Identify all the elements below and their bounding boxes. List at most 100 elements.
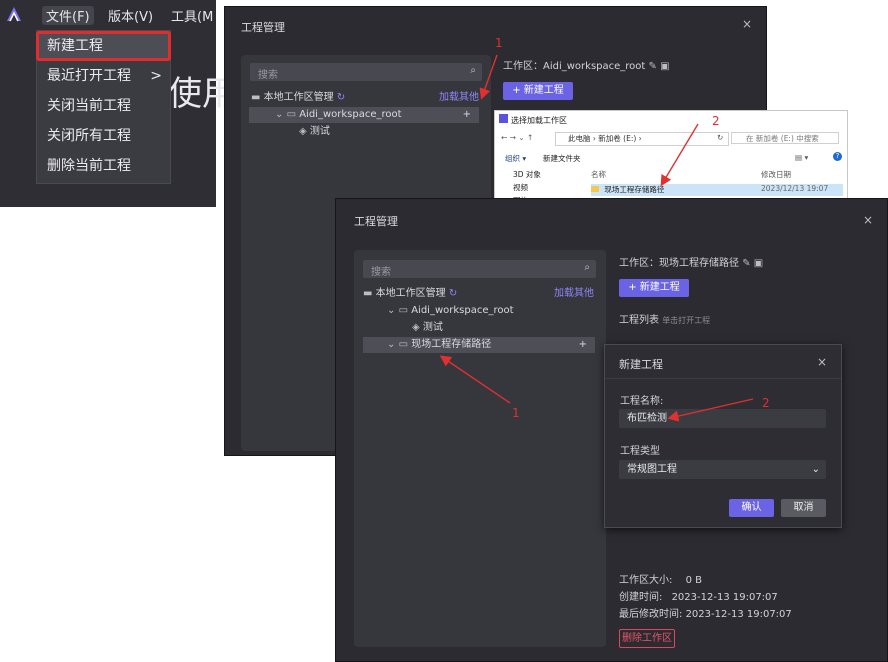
tree-item-field-path[interactable]: ⌄ ▭ 现场工程存储路径 + — [363, 337, 595, 353]
delete-workspace-button[interactable]: 删除工作区 — [619, 629, 675, 648]
tree-item-project-test[interactable]: ◈ 测试 — [412, 320, 443, 336]
drive-icon: ▬ — [251, 92, 261, 103]
project-list-label: 工程列表 — [619, 315, 659, 326]
menu-item-new-project[interactable]: 新建工程 — [36, 31, 171, 61]
chevron-down-icon: ⌄ — [275, 109, 284, 120]
view-options-icon[interactable]: ▤ ▾ — [795, 153, 808, 162]
created-value: 2023-12-13 19:07:07 — [671, 592, 778, 603]
nav-arrows-icon[interactable]: ← → ⌄ ↑ — [501, 133, 533, 142]
modal-title: 新建工程 — [619, 358, 663, 371]
folder-row-selected[interactable]: 现场工程存储路径 2023/12/13 19:07 — [591, 184, 843, 196]
tree-item-project-test[interactable]: ◈ 测试 — [299, 124, 330, 140]
search-placeholder: 搜索 — [371, 267, 391, 278]
main-menu-screenshot: 使用 文件(F) 版本(V) 工具(M 新建工程 最近打开工程 > 关闭当前工程… — [0, 0, 236, 207]
menu-version[interactable]: 版本(V) — [108, 6, 153, 25]
edit-icon[interactable]: ✎ — [649, 61, 657, 72]
created-label: 创建时间: — [619, 592, 663, 603]
nav-item-3d[interactable]: 3D 对象 — [513, 169, 541, 180]
search-input[interactable]: 搜索 ⌕ — [363, 260, 596, 278]
dialog-title: 工程管理 — [354, 215, 398, 228]
local-workspace-header: ▬ 本地工作区管理 ↻ 加载其他 — [251, 90, 483, 106]
workspace-title: 工作区：现场工程存储路径 ✎ ▣ — [619, 254, 763, 269]
search-placeholder: 搜索 — [258, 70, 278, 81]
menu-item-close-all[interactable]: 关闭所有工程 — [37, 122, 170, 150]
menu-item-recent-projects[interactable]: 最近打开工程 > — [37, 62, 170, 90]
column-modified[interactable]: 修改日期 — [761, 169, 791, 180]
folder-icon: ▭ — [398, 305, 409, 316]
folder-date: 2023/12/13 19:07 — [761, 184, 829, 193]
workspace-title: 工作区：Aidi_workspace_root ✎ ▣ — [503, 57, 670, 72]
column-name[interactable]: 名称 — [591, 169, 606, 180]
tree-item-workspace-root[interactable]: ⌄ ▭ Aidi_workspace_root — [387, 303, 514, 319]
workspace-size-value: 0 B — [685, 575, 702, 586]
project-type-label: 工程类型 — [620, 446, 660, 457]
menu-file[interactable]: 文件(F) — [42, 6, 94, 25]
refresh-icon[interactable]: ↻ — [337, 90, 345, 106]
save-icon[interactable]: ▣ — [754, 258, 763, 269]
picker-title: 选择加载工作区 — [511, 116, 567, 125]
project-type-select[interactable]: 常规图工程 ⌄ — [619, 460, 826, 479]
folder-icon — [591, 186, 599, 192]
modified-row: 最后修改时间: 2023-12-13 19:07:07 — [619, 605, 792, 620]
save-icon[interactable]: ▣ — [660, 61, 669, 72]
help-icon[interactable]: ? — [833, 152, 842, 161]
app-logo-icon — [7, 7, 21, 22]
menu-item-close-current[interactable]: 关闭当前工程 — [37, 92, 170, 120]
new-project-modal: 新建工程 × 工程名称: 布匹检测 工程类型 常规图工程 ⌄ 确认 取消 — [604, 344, 842, 528]
local-workspace-label: 本地工作区管理 — [263, 92, 334, 103]
chevron-right-icon: > — [150, 68, 162, 84]
refresh-icon[interactable]: ↻ — [449, 286, 457, 302]
file-dropdown-menu: 新建工程 最近打开工程 > 关闭当前工程 关闭所有工程 删除当前工程 — [36, 30, 171, 184]
new-project-button[interactable]: + 新建工程 — [619, 279, 689, 297]
add-icon[interactable]: + — [463, 107, 471, 123]
refresh-icon[interactable]: ↻ — [717, 133, 723, 142]
menu-item-delete-current[interactable]: 删除当前工程 — [37, 152, 170, 180]
nav-item-video[interactable]: 视频 — [513, 182, 528, 193]
project-name-label: 工程名称: — [620, 396, 664, 407]
project-list-hint: 单击打开工程 — [662, 316, 711, 325]
close-icon[interactable]: × — [863, 213, 873, 227]
address-bar[interactable]: 此电脑 › 新加卷 (E:) › — [555, 132, 729, 146]
edit-icon[interactable]: ✎ — [742, 258, 750, 269]
tree-item-workspace-root[interactable]: ⌄ ▭ Aidi_workspace_root + — [249, 107, 479, 123]
workspace-root-label: Aidi_workspace_root — [411, 305, 514, 316]
confirm-button[interactable]: 确认 — [729, 499, 774, 517]
search-input[interactable]: 搜索 ⌕ — [250, 63, 482, 81]
close-icon[interactable]: × — [742, 17, 752, 31]
chevron-down-icon: ⌄ — [387, 305, 396, 316]
picker-search-input[interactable]: 在 新加卷 (E:) 中搜索 — [731, 132, 839, 144]
drive-icon: ▬ — [363, 288, 373, 299]
load-other-link[interactable]: 加载其他 — [439, 90, 479, 106]
project-name-input[interactable]: 布匹检测 — [619, 409, 826, 428]
chevron-down-icon: ⌄ — [387, 339, 396, 350]
divider — [605, 378, 841, 379]
cancel-button[interactable]: 取消 — [781, 499, 826, 517]
annotation-number: 1 — [495, 36, 503, 50]
layers-icon: ◈ — [299, 126, 307, 137]
project-type-value: 常规图工程 — [627, 464, 677, 475]
background-heading: 使用 — [168, 74, 236, 114]
annotation-number: 2 — [712, 114, 720, 128]
local-workspace-header: ▬ 本地工作区管理 ↻ 加载其他 — [363, 286, 596, 302]
project-label: 测试 — [309, 126, 330, 137]
app-logo-icon — [499, 114, 508, 123]
workspace-root-label: Aidi_workspace_root — [299, 109, 402, 120]
menu-bar: 文件(F) 版本(V) 工具(M — [0, 0, 216, 30]
workspace-title-text: 工作区：现场工程存储路径 — [619, 258, 739, 269]
add-icon[interactable]: + — [579, 337, 587, 353]
created-row: 创建时间: 2023-12-13 19:07:07 — [619, 588, 778, 603]
folder-name: 现场工程存储路径 — [604, 185, 665, 194]
workspace-sidebar: 搜索 ⌕ ▬ 本地工作区管理 ↻ 加载其他 ⌄ ▭ Aidi_workspace… — [354, 250, 606, 647]
new-folder-button[interactable]: 新建文件夹 — [543, 153, 581, 164]
organize-button[interactable]: 组织 ▾ — [505, 153, 526, 164]
project-label: 测试 — [422, 322, 443, 333]
folder-icon: ▭ — [398, 339, 409, 350]
menu-tools[interactable]: 工具(M — [171, 6, 213, 25]
layers-icon: ◈ — [412, 322, 420, 333]
workspace-size-label: 工作区大小: — [619, 575, 673, 586]
load-other-link[interactable]: 加载其他 — [554, 286, 594, 302]
folder-picker-dialog: 选择加载工作区 ← → ⌄ ↑ 此电脑 › 新加卷 (E:) › ↻ 在 新加卷… — [494, 110, 848, 202]
close-icon[interactable]: × — [817, 355, 827, 369]
workspace-size-row: 工作区大小: 0 B — [619, 571, 702, 586]
new-project-button[interactable]: + 新建工程 — [503, 82, 573, 100]
